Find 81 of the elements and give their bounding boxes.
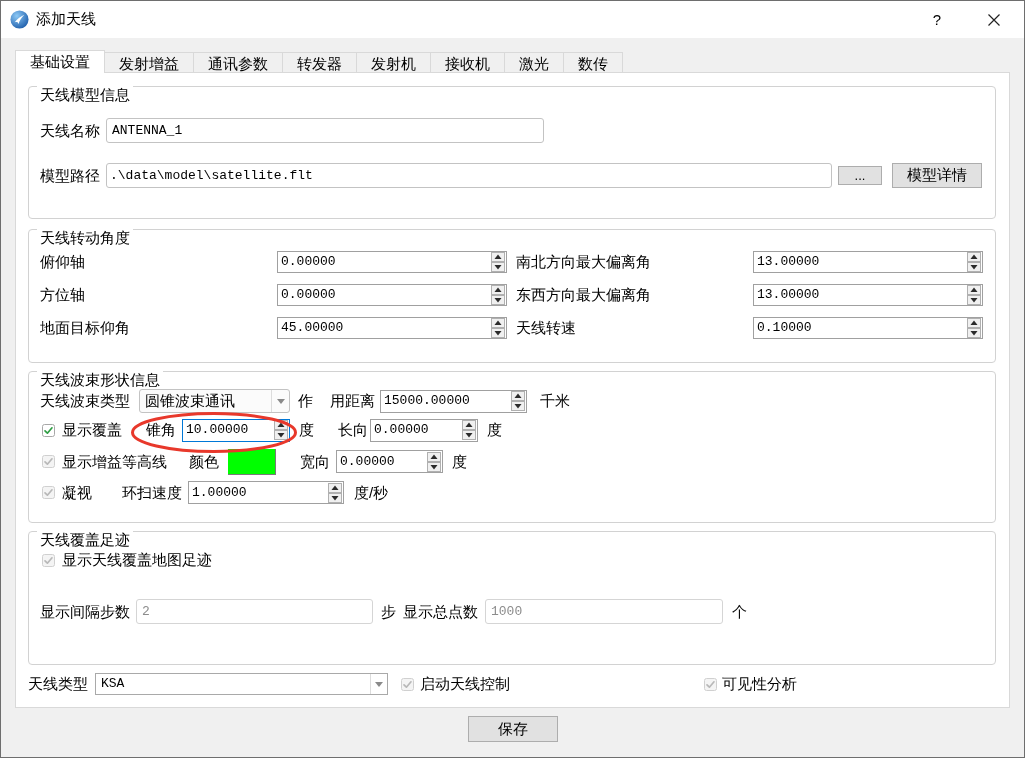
tab[interactable]: 转发器 bbox=[282, 52, 357, 72]
spinner-arrows-icon[interactable] bbox=[274, 420, 288, 440]
browse-button[interactable]: ... bbox=[838, 166, 882, 185]
spinner-arrows-icon[interactable] bbox=[491, 285, 505, 305]
field-label: 个 bbox=[732, 602, 747, 621]
spinner-arrows-icon[interactable] bbox=[328, 482, 342, 503]
field-label: 南北方向最大偏离角 bbox=[516, 253, 652, 271]
spin-box[interactable]: 0.00000 bbox=[370, 418, 478, 442]
field-label: 显示天线覆盖地图足迹 bbox=[62, 551, 212, 569]
close-button[interactable] bbox=[988, 13, 1000, 26]
spin-box[interactable]: 0.10000 bbox=[753, 317, 983, 339]
field-label: 环扫速度 bbox=[122, 483, 182, 502]
spinner-arrows-icon[interactable] bbox=[491, 252, 505, 272]
spin-box[interactable]: 0.00000 bbox=[336, 450, 443, 473]
field-label: 天线类型 bbox=[28, 675, 88, 693]
field-label: 作 bbox=[298, 392, 313, 410]
field-label: 度 bbox=[487, 421, 502, 439]
field-label: 千米 bbox=[540, 392, 570, 410]
tab[interactable]: 发射机 bbox=[356, 52, 431, 72]
group-title: 天线转动角度 bbox=[37, 229, 133, 246]
group-title: 天线波束形状信息 bbox=[37, 371, 163, 388]
field-label: 度/秒 bbox=[354, 483, 389, 502]
spinner-arrows-icon[interactable] bbox=[967, 318, 981, 338]
field-label: 模型路径 bbox=[40, 166, 101, 185]
field-label: 步 bbox=[381, 602, 396, 621]
spin-box[interactable]: 45.00000 bbox=[277, 317, 507, 339]
spinner-arrows-icon[interactable] bbox=[427, 451, 441, 472]
spin-box[interactable]: 1.00000 bbox=[188, 481, 344, 504]
field-label: 显示增益等高线 bbox=[62, 452, 167, 471]
help-button[interactable]: ? bbox=[932, 10, 941, 29]
field-label: 用距离 bbox=[330, 392, 375, 410]
field-label: 长向 bbox=[338, 421, 368, 439]
spin-box[interactable]: 13.00000 bbox=[753, 251, 983, 273]
field-label: 颜色 bbox=[189, 452, 219, 471]
spin-box[interactable]: 10.00000 bbox=[182, 418, 290, 442]
app-icon bbox=[10, 10, 29, 29]
color-swatch[interactable] bbox=[228, 448, 276, 475]
field-label: 度 bbox=[299, 421, 314, 439]
caret-down-icon[interactable] bbox=[375, 681, 383, 687]
field-label: 地面目标仰角 bbox=[40, 319, 131, 337]
field-label: 启动天线控制 bbox=[420, 675, 510, 693]
field-label: 度 bbox=[452, 452, 467, 471]
spinner-arrows-icon[interactable] bbox=[491, 318, 505, 338]
field-label: 显示间隔步数 bbox=[40, 602, 131, 621]
group-title: 天线覆盖足迹 bbox=[37, 531, 133, 548]
field-label: 东西方向最大偏离角 bbox=[516, 286, 652, 304]
window-title: 添加天线 bbox=[36, 9, 96, 30]
tab[interactable]: 激光 bbox=[504, 52, 564, 72]
field-label: 显示覆盖 bbox=[62, 421, 122, 439]
tab[interactable]: 通讯参数 bbox=[193, 52, 283, 72]
spin-box[interactable]: 15000.00000 bbox=[380, 389, 527, 413]
field-label: 方位轴 bbox=[40, 286, 86, 304]
dropdown[interactable]: KSA bbox=[95, 673, 388, 695]
tab[interactable]: 基础设置 bbox=[15, 50, 105, 73]
spin-box[interactable]: 0.00000 bbox=[277, 284, 507, 306]
spinner-arrows-icon[interactable] bbox=[511, 391, 525, 411]
field-label: 宽向 bbox=[300, 452, 330, 471]
spinner-arrows-icon[interactable] bbox=[967, 252, 981, 272]
spinner-arrows-icon[interactable] bbox=[967, 285, 981, 305]
checkbox[interactable] bbox=[42, 423, 55, 437]
tab[interactable]: 发射增益 bbox=[104, 52, 194, 72]
field-label: 凝视 bbox=[62, 483, 92, 502]
save-button[interactable]: 保存 bbox=[467, 716, 558, 742]
input-field[interactable]: ANTENNA_1 bbox=[106, 118, 544, 143]
field-label: 天线波束类型 bbox=[40, 392, 131, 410]
field-label: 天线名称 bbox=[40, 121, 101, 140]
tab[interactable]: 数传 bbox=[563, 52, 623, 72]
group-title: 天线模型信息 bbox=[37, 86, 133, 103]
dropdown[interactable]: 圆锥波束通讯 bbox=[139, 389, 290, 413]
caret-down-icon[interactable] bbox=[276, 398, 285, 404]
details-button[interactable]: 模型详情 bbox=[892, 163, 982, 188]
field-label: 俯仰轴 bbox=[40, 253, 86, 271]
field-label: 锥角 bbox=[146, 421, 176, 439]
field-label: 可见性分析 bbox=[722, 675, 797, 693]
spinner-arrows-icon[interactable] bbox=[462, 420, 476, 440]
field-label: 天线转速 bbox=[516, 319, 577, 337]
spin-box[interactable]: 0.00000 bbox=[277, 251, 507, 273]
tab[interactable]: 接收机 bbox=[430, 52, 505, 72]
input-field[interactable]: .\data\model\satellite.flt bbox=[106, 163, 832, 188]
spin-box[interactable]: 13.00000 bbox=[753, 284, 983, 306]
field-label: 显示总点数 bbox=[403, 602, 478, 621]
